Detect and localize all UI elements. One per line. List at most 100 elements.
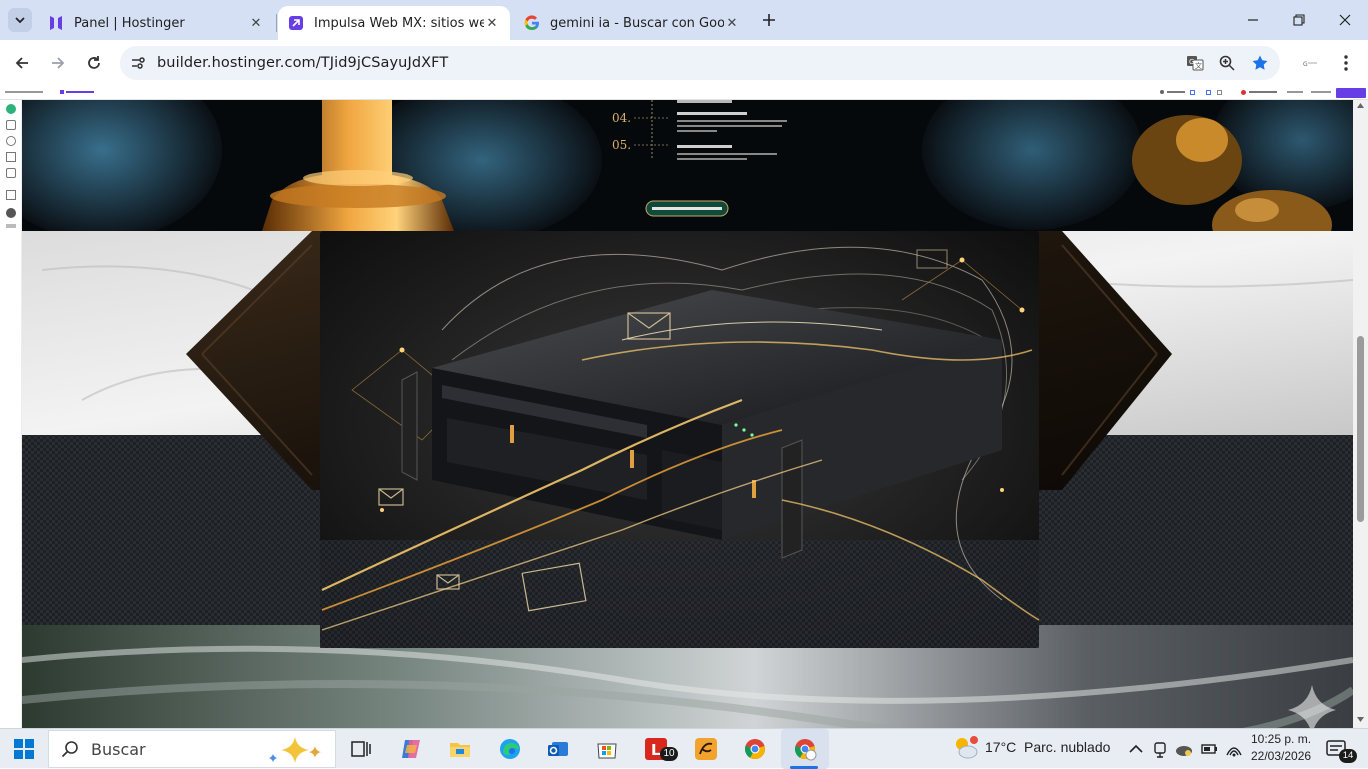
onedrive-cloud-icon[interactable] bbox=[1174, 737, 1194, 761]
scroll-down-arrow-icon[interactable] bbox=[1357, 717, 1364, 722]
svg-text:G: G bbox=[1303, 61, 1308, 68]
chrome-icon[interactable] bbox=[743, 737, 767, 761]
close-window-button[interactable] bbox=[1333, 8, 1357, 32]
windows-start-icon[interactable] bbox=[12, 737, 36, 761]
restore-button[interactable] bbox=[1287, 8, 1311, 32]
chrome-profile-icon[interactable] bbox=[793, 737, 817, 761]
copilot-app-icon[interactable] bbox=[399, 737, 423, 761]
undo-icon[interactable] bbox=[1217, 90, 1222, 95]
step-text-line bbox=[677, 130, 717, 132]
ai-tools-icon[interactable] bbox=[6, 168, 16, 178]
weather-description[interactable]: Parc. nublado bbox=[1024, 739, 1110, 755]
page-scrollbar[interactable] bbox=[1353, 100, 1368, 728]
notification-count-badge: 14 bbox=[1339, 749, 1357, 763]
scroll-up-arrow-icon[interactable] bbox=[1357, 103, 1364, 108]
microsoft-store-icon[interactable] bbox=[595, 737, 619, 761]
close-icon[interactable]: ✕ bbox=[248, 16, 264, 31]
builder-sidebar bbox=[0, 100, 22, 728]
file-explorer-icon[interactable] bbox=[448, 737, 472, 761]
more-icon[interactable] bbox=[6, 224, 16, 228]
step-text-line bbox=[677, 125, 782, 127]
tab-divider bbox=[276, 14, 277, 32]
tab-strip: Panel | Hostinger ✕ Impulsa Web MX: siti… bbox=[0, 0, 1368, 40]
step-heading bbox=[677, 145, 732, 148]
desktop-view-icon[interactable] bbox=[1190, 90, 1195, 95]
arrow-left-icon bbox=[15, 57, 28, 69]
svg-text:文: 文 bbox=[1195, 61, 1202, 70]
plus-icon bbox=[763, 14, 775, 26]
toolbar-option[interactable] bbox=[1167, 91, 1185, 93]
builder-logo-icon bbox=[289, 16, 303, 30]
close-icon[interactable]: ✕ bbox=[724, 16, 740, 31]
bookmark-star-icon[interactable] bbox=[1251, 54, 1269, 72]
status-text bbox=[1249, 91, 1277, 93]
step-text-line bbox=[677, 120, 787, 122]
scrollbar-thumb[interactable] bbox=[1357, 336, 1364, 522]
close-icon[interactable]: ✕ bbox=[484, 16, 500, 31]
reload-button[interactable] bbox=[81, 50, 107, 76]
step-text-line bbox=[677, 153, 777, 155]
forward-button[interactable] bbox=[45, 50, 71, 76]
wifi-icon[interactable] bbox=[1224, 737, 1244, 761]
task-view-icon[interactable] bbox=[349, 737, 373, 761]
settings-icon[interactable] bbox=[1160, 90, 1164, 94]
weather-cloudy-icon[interactable] bbox=[952, 734, 980, 762]
copilot-sparkle-icon[interactable] bbox=[265, 734, 329, 766]
device-icon[interactable] bbox=[1151, 737, 1169, 761]
back-button[interactable] bbox=[9, 50, 35, 76]
publish-button[interactable] bbox=[1336, 88, 1366, 98]
layers-icon[interactable] bbox=[6, 190, 16, 200]
svg-text:G: G bbox=[1189, 58, 1194, 66]
store-icon[interactable] bbox=[6, 152, 16, 162]
profile-avatar[interactable]: G bbox=[1297, 50, 1323, 76]
edge-browser-icon[interactable] bbox=[498, 737, 522, 761]
server-hero-image[interactable] bbox=[320, 231, 1040, 648]
toolbar-link[interactable] bbox=[66, 91, 94, 93]
tab-title: Impulsa Web MX: sitios web qu bbox=[314, 15, 484, 31]
windows-taskbar: Buscar L 10 17°C Parc. nublado 10:25 p. … bbox=[0, 728, 1368, 769]
clock-time[interactable]: 10:25 p. m. bbox=[1251, 732, 1311, 746]
chevron-up-icon[interactable] bbox=[1127, 737, 1145, 761]
tab-search-button[interactable] bbox=[8, 8, 32, 32]
address-bar[interactable]: builder.hostinger.com/TJid9jCSayuJdXFT G… bbox=[120, 46, 1280, 80]
site-settings-icon[interactable] bbox=[130, 55, 146, 71]
page-selector[interactable] bbox=[5, 91, 43, 93]
clock-date[interactable]: 22/03/2026 bbox=[1251, 749, 1311, 763]
tab-impulsa-web[interactable]: Impulsa Web MX: sitios web qu ✕ bbox=[278, 6, 510, 40]
pages-icon[interactable] bbox=[6, 120, 16, 130]
drawing-app-icon[interactable] bbox=[694, 737, 718, 761]
website-canvas: 04. 05. bbox=[22, 100, 1353, 728]
mobile-view-icon[interactable] bbox=[1206, 90, 1211, 95]
step-text-line bbox=[677, 100, 732, 103]
reload-icon bbox=[88, 56, 100, 69]
search-icon bbox=[61, 741, 78, 758]
tab-title: gemini ia - Buscar con Google bbox=[550, 15, 724, 31]
save-button[interactable] bbox=[1311, 91, 1331, 93]
status-dot bbox=[1241, 90, 1246, 95]
step-text-line bbox=[677, 158, 747, 160]
help-icon[interactable] bbox=[6, 208, 16, 218]
step-number-04: 04. bbox=[612, 111, 631, 125]
minimize-button[interactable] bbox=[1241, 8, 1265, 32]
more-vertical-icon bbox=[1344, 55, 1348, 71]
cta-button-label bbox=[652, 207, 722, 210]
tab-google-search[interactable]: gemini ia - Buscar con Google ✕ bbox=[514, 6, 750, 40]
browser-menu-button[interactable] bbox=[1333, 50, 1359, 76]
battery-icon[interactable] bbox=[1199, 737, 1219, 761]
translate-icon[interactable]: G文 bbox=[1186, 54, 1204, 72]
builder-topbar bbox=[0, 86, 1368, 100]
arrow-right-icon bbox=[52, 57, 65, 69]
taskbar-search[interactable]: Buscar bbox=[48, 730, 336, 768]
url-text[interactable]: builder.hostinger.com/TJid9jCSayuJdXFT bbox=[157, 55, 448, 71]
google-logo-icon bbox=[524, 15, 539, 31]
tab-hostinger-panel[interactable]: Panel | Hostinger ✕ bbox=[38, 6, 274, 40]
add-element-icon[interactable] bbox=[6, 104, 16, 114]
weather-temperature[interactable]: 17°C bbox=[985, 739, 1016, 755]
zoom-icon[interactable] bbox=[1219, 55, 1235, 71]
hostinger-logo-icon bbox=[50, 16, 62, 30]
tab-title: Panel | Hostinger bbox=[74, 15, 185, 31]
outlook-mail-icon[interactable] bbox=[546, 737, 570, 761]
preview-button[interactable] bbox=[1287, 91, 1303, 93]
new-tab-button[interactable] bbox=[757, 8, 781, 32]
styles-icon[interactable] bbox=[6, 136, 16, 146]
